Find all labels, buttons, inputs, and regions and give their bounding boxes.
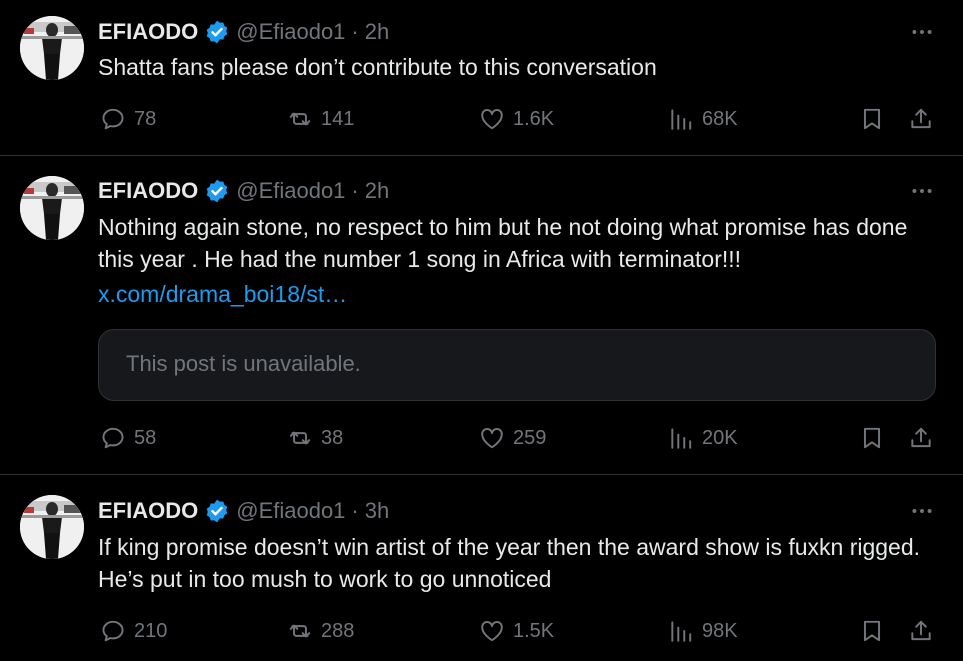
repost-count: 38 bbox=[321, 426, 344, 449]
views-count: 68K bbox=[702, 107, 738, 130]
unavailable-text: This post is unavailable. bbox=[126, 351, 361, 376]
repost-icon bbox=[287, 618, 313, 644]
author-handle[interactable]: @Efiaodo1 bbox=[236, 498, 345, 524]
like-button[interactable]: 1.6K bbox=[479, 101, 554, 137]
author-name[interactable]: EFIAODO bbox=[98, 498, 198, 524]
reply-icon bbox=[100, 618, 126, 644]
reply-count: 78 bbox=[134, 107, 157, 130]
action-bar: 210 288 1.5K 98K bbox=[0, 613, 963, 649]
share-icon[interactable] bbox=[907, 424, 935, 452]
avatar[interactable] bbox=[20, 176, 84, 240]
share-icon[interactable] bbox=[907, 617, 935, 645]
separator-dot: · bbox=[351, 178, 359, 203]
verified-badge-icon bbox=[204, 19, 230, 45]
views-count: 20K bbox=[702, 426, 738, 449]
views-icon bbox=[668, 425, 694, 451]
verified-badge-icon bbox=[204, 498, 230, 524]
tweet-link[interactable]: x.com/drama_boi18/st… bbox=[98, 278, 347, 310]
views-icon bbox=[668, 618, 694, 644]
more-icon[interactable] bbox=[909, 178, 935, 204]
reply-count: 58 bbox=[134, 426, 157, 449]
bookmark-icon[interactable] bbox=[858, 424, 886, 452]
reply-icon bbox=[100, 425, 126, 451]
tweet-2[interactable]: EFIAODO @Efiaodo1 · 2h Nothing again sto… bbox=[0, 156, 963, 474]
bookmark-icon[interactable] bbox=[858, 617, 886, 645]
author-name[interactable]: EFIAODO bbox=[98, 19, 198, 45]
bookmark-icon[interactable] bbox=[858, 105, 886, 133]
verified-badge-icon bbox=[204, 178, 230, 204]
share-icon[interactable] bbox=[907, 105, 935, 133]
repost-button[interactable]: 38 bbox=[287, 420, 343, 456]
more-icon[interactable] bbox=[909, 19, 935, 45]
avatar[interactable] bbox=[20, 16, 84, 80]
like-count: 1.6K bbox=[513, 107, 555, 130]
quoted-post-unavailable: This post is unavailable. bbox=[98, 329, 936, 401]
more-icon[interactable] bbox=[909, 498, 935, 524]
tweet-text: Shatta fans please don’t contribute to t… bbox=[98, 54, 657, 80]
reply-button[interactable]: 58 bbox=[100, 420, 156, 456]
separator-dot: · bbox=[351, 498, 359, 523]
like-icon bbox=[479, 106, 505, 132]
like-icon bbox=[479, 618, 505, 644]
repost-count: 141 bbox=[321, 107, 355, 130]
reply-button[interactable]: 210 bbox=[100, 613, 167, 649]
author-handle[interactable]: @Efiaodo1 bbox=[236, 178, 345, 204]
reply-button[interactable]: 78 bbox=[100, 101, 156, 137]
like-button[interactable]: 259 bbox=[479, 420, 546, 456]
action-bar: 58 38 259 20K bbox=[0, 420, 963, 456]
repost-icon bbox=[287, 425, 313, 451]
tweet-1[interactable]: EFIAODO @Efiaodo1 · 2h Shatta fans pleas… bbox=[0, 0, 963, 155]
tweet-text: Nothing again stone, no respect to him b… bbox=[98, 214, 908, 272]
author-handle[interactable]: @Efiaodo1 bbox=[236, 19, 345, 45]
separator-dot: · bbox=[351, 19, 359, 44]
views-button[interactable]: 20K bbox=[668, 420, 738, 456]
repost-button[interactable]: 141 bbox=[287, 101, 354, 137]
like-icon bbox=[479, 425, 505, 451]
tweet-3[interactable]: EFIAODO @Efiaodo1 · 3h If king promise d… bbox=[0, 475, 963, 661]
like-count: 259 bbox=[513, 426, 547, 449]
like-count: 1.5K bbox=[513, 619, 555, 642]
views-icon bbox=[668, 106, 694, 132]
reply-icon bbox=[100, 106, 126, 132]
views-button[interactable]: 98K bbox=[668, 613, 738, 649]
views-count: 98K bbox=[702, 619, 738, 642]
post-time[interactable]: 3h bbox=[365, 498, 389, 524]
repost-count: 288 bbox=[321, 619, 355, 642]
post-time[interactable]: 2h bbox=[365, 19, 389, 45]
like-button[interactable]: 1.5K bbox=[479, 613, 554, 649]
action-bar: 78 141 1.6K 68K bbox=[0, 101, 963, 137]
reply-count: 210 bbox=[134, 619, 168, 642]
author-name[interactable]: EFIAODO bbox=[98, 178, 198, 204]
repost-button[interactable]: 288 bbox=[287, 613, 354, 649]
repost-icon bbox=[287, 106, 313, 132]
post-time[interactable]: 2h bbox=[365, 178, 389, 204]
views-button[interactable]: 68K bbox=[668, 101, 738, 137]
tweet-text: If king promise doesn’t win artist of th… bbox=[98, 534, 921, 592]
avatar[interactable] bbox=[20, 495, 84, 559]
